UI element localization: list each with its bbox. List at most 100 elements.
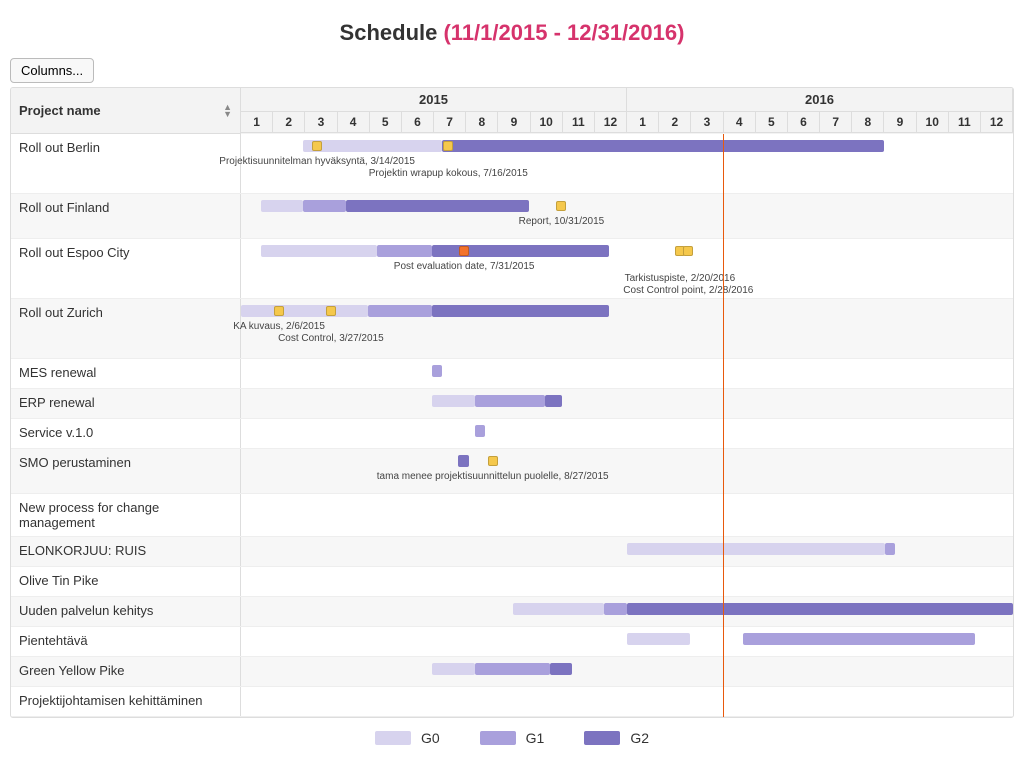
month-header: 1 (627, 112, 659, 133)
month-header: 8 (852, 112, 884, 133)
project-name-header[interactable]: Project name ▲▼ (11, 88, 241, 134)
legend-g0: G0 (375, 730, 440, 746)
milestone-label: Projektisuunnitelman hyväksyntä, 3/14/20… (219, 156, 415, 167)
project-name-cell: Green Yellow Pike (11, 657, 241, 686)
legend: G0 G1 G2 (10, 718, 1014, 750)
milestone-label: KA kuvaus, 2/6/2015 (233, 321, 325, 332)
milestone-icon[interactable] (683, 246, 693, 256)
gantt-bar-g2[interactable] (458, 455, 470, 467)
gantt-bar-g0[interactable] (513, 603, 604, 615)
milestone-icon[interactable] (312, 141, 322, 151)
gantt-bar-g0[interactable] (432, 395, 474, 407)
table-row[interactable]: New process for change management (11, 494, 1013, 537)
milestone-label: Report, 10/31/2015 (519, 216, 605, 227)
milestone-icon[interactable] (459, 246, 469, 256)
gantt-bar-g1[interactable] (377, 245, 432, 257)
month-header: 6 (788, 112, 820, 133)
gantt-bar-g1[interactable] (475, 425, 486, 437)
table-row[interactable]: Green Yellow Pike (11, 657, 1013, 687)
milestone-label: Cost Control, 3/27/2015 (278, 333, 384, 344)
milestone-label: tama menee projektisuunnittelun puolelle… (377, 471, 609, 482)
month-header: 11 (563, 112, 595, 133)
month-header: 8 (466, 112, 498, 133)
month-header: 5 (370, 112, 402, 133)
gantt-header: Project name ▲▼ 201520161234567891011121… (11, 88, 1013, 134)
legend-g1: G1 (480, 730, 545, 746)
month-header: 9 (884, 112, 916, 133)
project-name-cell: Pientehtävä (11, 627, 241, 656)
table-row[interactable]: Olive Tin Pike (11, 567, 1013, 597)
project-name-cell: Roll out Berlin (11, 134, 241, 193)
gantt-bar-g2[interactable] (346, 200, 529, 212)
legend-g2: G2 (584, 730, 649, 746)
gantt-bar-g0[interactable] (261, 245, 377, 257)
table-row[interactable]: Roll out BerlinProjektisuunnitelman hyvä… (11, 134, 1013, 194)
table-row[interactable]: Roll out Espoo CityPost evaluation date,… (11, 239, 1013, 299)
month-header: 6 (402, 112, 434, 133)
table-row[interactable]: Uuden palvelun kehitys (11, 597, 1013, 627)
gantt-bar-g2[interactable] (627, 603, 1013, 615)
sort-icon[interactable]: ▲▼ (223, 104, 232, 118)
month-header: 7 (434, 112, 466, 133)
milestone-icon[interactable] (326, 306, 336, 316)
gantt-bar-g0[interactable] (241, 305, 368, 317)
gantt-bar-g0[interactable] (627, 543, 885, 555)
gantt-bar-g1[interactable] (743, 633, 975, 645)
title-prefix: Schedule (340, 20, 444, 45)
gantt-bar-g0[interactable] (303, 140, 442, 152)
project-timeline (241, 419, 1013, 448)
project-timeline (241, 537, 1013, 566)
table-row[interactable]: Pientehtävä (11, 627, 1013, 657)
milestone-icon[interactable] (556, 201, 566, 211)
project-timeline: Report, 10/31/2015 (241, 194, 1013, 238)
gantt-bar-g1[interactable] (368, 305, 433, 317)
project-timeline: tama menee projektisuunnittelun puolelle… (241, 449, 1013, 493)
gantt-bar-g0[interactable] (261, 200, 303, 212)
milestone-icon[interactable] (488, 456, 498, 466)
project-name-cell: Projektijohtamisen kehittäminen (11, 687, 241, 716)
project-name-cell: ERP renewal (11, 389, 241, 418)
timeline-header: 20152016123456789101112123456789101112 (241, 88, 1013, 134)
gantt-bar-g1[interactable] (604, 603, 627, 615)
project-name-cell: Olive Tin Pike (11, 567, 241, 596)
year-header: 2016 (627, 88, 1013, 112)
columns-button[interactable]: Columns... (10, 58, 94, 83)
project-timeline (241, 389, 1013, 418)
milestone-label: Projektin wrapup kokous, 7/16/2015 (369, 168, 528, 179)
gantt-bar-g2[interactable] (432, 305, 609, 317)
table-row[interactable]: Roll out ZurichKA kuvaus, 2/6/2015Cost C… (11, 299, 1013, 359)
gantt-bar-g1[interactable] (303, 200, 345, 212)
table-row[interactable]: ERP renewal (11, 389, 1013, 419)
month-header: 1 (241, 112, 273, 133)
swatch-g2 (584, 731, 620, 745)
gantt-bar-g2[interactable] (442, 140, 884, 152)
milestone-icon[interactable] (443, 141, 453, 151)
gantt-bar-g0[interactable] (432, 663, 474, 675)
table-row[interactable]: ELONKORJUU: RUIS (11, 537, 1013, 567)
milestone-icon[interactable] (274, 306, 284, 316)
table-row[interactable]: Roll out Finland Report, 10/31/2015 (11, 194, 1013, 239)
gantt-bar-g2[interactable] (550, 663, 572, 675)
gantt-bar-g0[interactable] (627, 633, 690, 645)
table-row[interactable]: Projektijohtamisen kehittäminen (11, 687, 1013, 717)
table-row[interactable]: Service v.1.0 (11, 419, 1013, 449)
project-name-cell: Roll out Espoo City (11, 239, 241, 298)
gantt-bar-g2[interactable] (545, 395, 563, 407)
project-timeline (241, 359, 1013, 388)
title-date-range: (11/1/2015 - 12/31/2016) (443, 20, 684, 45)
gantt-bar-g1[interactable] (475, 395, 545, 407)
table-row[interactable]: MES renewal (11, 359, 1013, 389)
project-timeline: Post evaluation date, 7/31/2015Tarkistus… (241, 239, 1013, 298)
project-timeline: Projektisuunnitelman hyväksyntä, 3/14/20… (241, 134, 1013, 193)
table-row[interactable]: SMO perustaminentama menee projektisuunn… (11, 449, 1013, 494)
gantt-bar-g1[interactable] (885, 543, 895, 555)
gantt-bar-g1[interactable] (475, 663, 550, 675)
gantt-bar-g1[interactable] (432, 365, 442, 377)
month-header: 7 (820, 112, 852, 133)
project-timeline (241, 687, 1013, 716)
month-header: 10 (531, 112, 563, 133)
milestone-label: Tarkistuspiste, 2/20/2016 (625, 273, 736, 284)
project-timeline (241, 657, 1013, 686)
year-header: 2015 (241, 88, 627, 112)
project-name-cell: Roll out Finland (11, 194, 241, 238)
